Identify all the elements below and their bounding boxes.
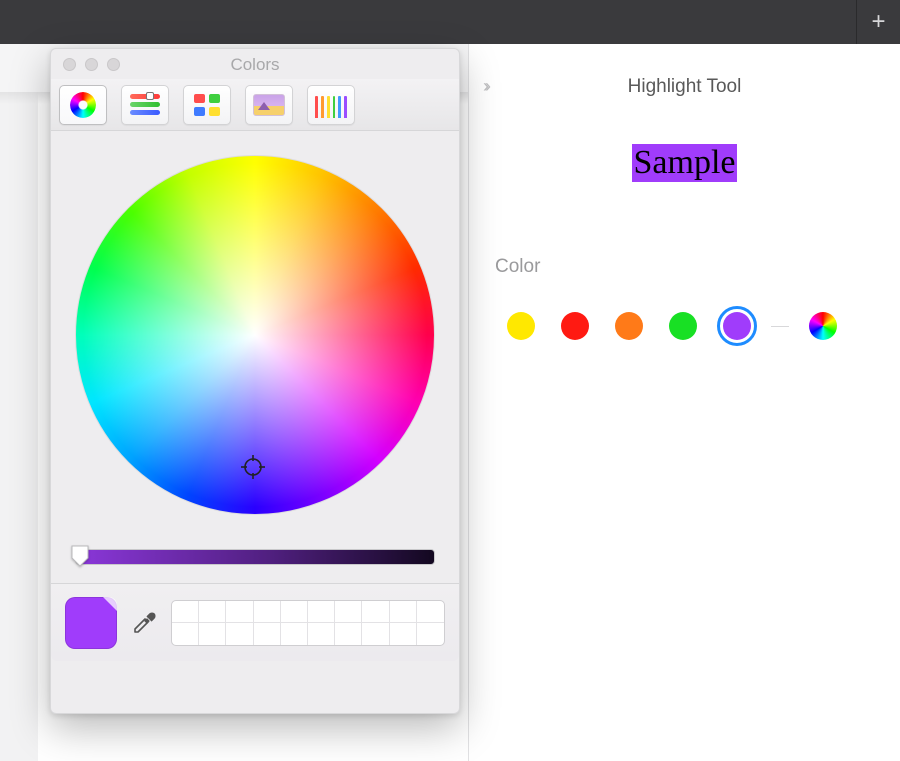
- app-titlebar: +: [0, 0, 900, 44]
- colors-window: Colors: [50, 48, 460, 714]
- saved-color-cell[interactable]: [226, 601, 253, 623]
- color-wheel[interactable]: [75, 155, 435, 515]
- saved-color-cell[interactable]: [281, 623, 308, 645]
- swatch-red[interactable]: [561, 312, 589, 340]
- saved-color-cell[interactable]: [417, 623, 444, 645]
- eyedropper-icon: [131, 610, 157, 636]
- saved-color-cell[interactable]: [308, 623, 335, 645]
- saved-color-cell[interactable]: [172, 623, 199, 645]
- document-background: [0, 92, 38, 761]
- saved-color-cell[interactable]: [417, 601, 444, 623]
- saved-color-cell[interactable]: [362, 623, 389, 645]
- pencils-icon: [315, 92, 347, 118]
- tab-color-palettes[interactable]: [183, 85, 231, 125]
- saved-color-cell[interactable]: [335, 623, 362, 645]
- colors-window-footer: [51, 583, 459, 661]
- image-icon: [253, 94, 285, 116]
- custom-color-button[interactable]: [809, 312, 837, 340]
- palette-icon: [193, 93, 221, 117]
- swatch-green[interactable]: [669, 312, 697, 340]
- swatch-yellow[interactable]: [507, 312, 535, 340]
- brightness-track: [75, 549, 435, 565]
- colors-window-titlebar[interactable]: Colors: [51, 49, 459, 79]
- tab-color-wheel[interactable]: [59, 85, 107, 125]
- saved-color-cell[interactable]: [254, 623, 281, 645]
- color-wheel-icon: [70, 92, 96, 118]
- tab-color-sliders[interactable]: [121, 85, 169, 125]
- brightness-thumb[interactable]: [71, 545, 89, 567]
- swatch-divider: [771, 326, 789, 327]
- tab-pencils[interactable]: [307, 85, 355, 125]
- saved-color-cell[interactable]: [390, 601, 417, 623]
- colors-window-title: Colors: [51, 55, 459, 75]
- saved-color-cell[interactable]: [390, 623, 417, 645]
- saved-color-cell[interactable]: [281, 601, 308, 623]
- saved-color-cell[interactable]: [335, 601, 362, 623]
- saved-color-cell[interactable]: [362, 601, 389, 623]
- sliders-icon: [130, 94, 160, 116]
- current-color-swatch[interactable]: [65, 597, 117, 649]
- saved-color-cell[interactable]: [226, 623, 253, 645]
- color-picker-tabs: [51, 79, 459, 131]
- saved-colors-grid: [171, 600, 445, 646]
- saved-color-cell[interactable]: [199, 601, 226, 623]
- inspector-title: Highlight Tool: [469, 76, 900, 98]
- saved-color-cell[interactable]: [199, 623, 226, 645]
- swatch-orange[interactable]: [615, 312, 643, 340]
- saved-color-cell[interactable]: [308, 601, 335, 623]
- highlight-sample-text: Sample: [632, 144, 738, 182]
- new-tab-button[interactable]: +: [856, 0, 900, 44]
- highlight-color-swatches: [507, 312, 837, 340]
- color-section-label: Color: [495, 256, 540, 278]
- inspector-panel: ›› Highlight Tool Sample Color: [468, 44, 900, 761]
- tab-image-palettes[interactable]: [245, 85, 293, 125]
- swatch-purple[interactable]: [723, 312, 751, 340]
- brightness-slider[interactable]: [75, 545, 435, 569]
- saved-color-cell[interactable]: [254, 601, 281, 623]
- eyedropper-button[interactable]: [127, 606, 161, 640]
- saved-color-cell[interactable]: [172, 601, 199, 623]
